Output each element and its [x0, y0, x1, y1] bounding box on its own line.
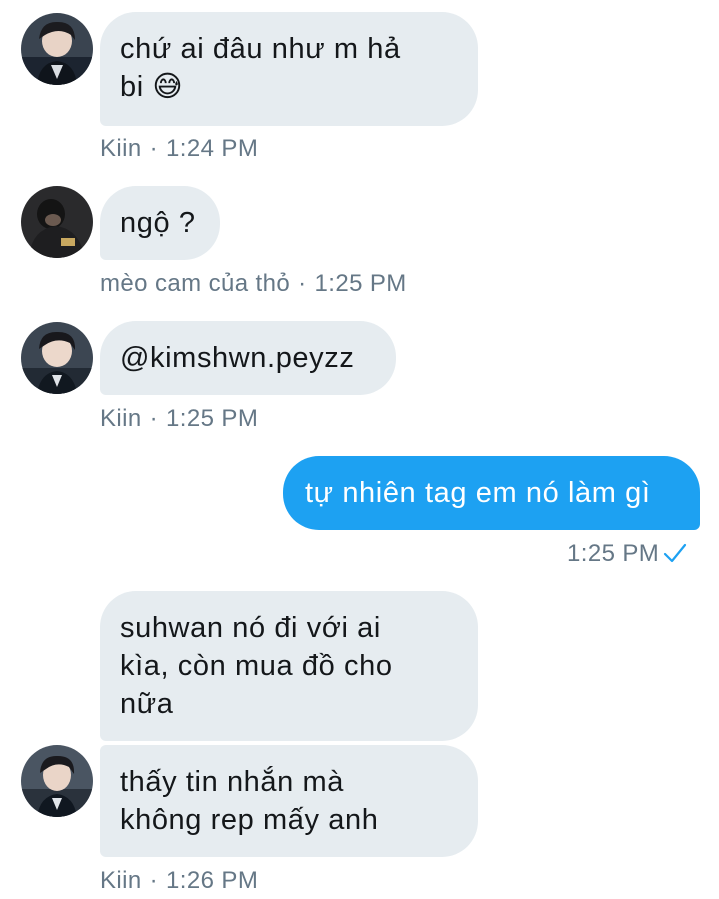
message-text-line: nữa	[120, 688, 174, 720]
message-time: 1:26 PM	[166, 867, 259, 894]
sender-name[interactable]: Kiin	[100, 405, 142, 432]
message-text-line: suhwan nó đi với ai	[120, 612, 381, 644]
message-meta: mèo cam của thỏ · 1:25 PM	[100, 269, 407, 299]
message-bubble-outgoing[interactable]: tự nhiên tag em nó làm gì	[283, 456, 700, 530]
message-text: ngộ ?	[120, 207, 196, 239]
check-icon	[664, 543, 687, 563]
meta-separator: ·	[298, 270, 307, 297]
message-text: @kimshwn.peyzz	[120, 342, 355, 374]
message-time: 1:25 PM	[567, 540, 660, 567]
message-bubble[interactable]: @kimshwn.peyzz	[100, 321, 396, 395]
meta-separator: ·	[149, 135, 159, 162]
message-bubble[interactable]: thấy tin nhắn mà không rep mấy anh	[100, 745, 478, 857]
meta-separator: ·	[149, 867, 159, 894]
message-meta: 1:25 PM	[567, 539, 687, 569]
message-time: 1:25 PM	[314, 270, 407, 297]
message-text-line: bi 😅	[120, 71, 184, 103]
message-text-line: thấy tin nhắn mà	[120, 766, 345, 798]
message-time: 1:25 PM	[166, 405, 259, 432]
message-text-line: chứ ai đâu như m hả	[120, 33, 401, 65]
message-meta: Kiin · 1:25 PM	[100, 404, 258, 434]
avatar[interactable]	[21, 13, 93, 85]
message-bubble[interactable]: suhwan nó đi với ai kìa, còn mua đồ cho …	[100, 591, 478, 741]
message-bubble[interactable]: chứ ai đâu như m hả bi 😅	[100, 12, 478, 126]
message-text-line: kìa, còn mua đồ cho	[120, 650, 393, 682]
message-time: 1:24 PM	[166, 135, 259, 162]
message-text-line: không rep mấy anh	[120, 804, 379, 836]
message-text: tự nhiên tag em nó làm gì	[305, 477, 651, 509]
message-meta: Kiin · 1:24 PM	[100, 134, 258, 164]
avatar[interactable]	[21, 186, 93, 258]
meta-separator: ·	[149, 405, 159, 432]
sender-name[interactable]: Kiin	[100, 135, 142, 162]
sender-name[interactable]: Kiin	[100, 867, 142, 894]
sender-name[interactable]: mèo cam của thỏ	[100, 270, 290, 297]
avatar[interactable]	[21, 322, 93, 394]
avatar[interactable]	[21, 745, 93, 817]
message-meta: Kiin · 1:26 PM	[100, 866, 258, 896]
message-bubble[interactable]: ngộ ?	[100, 186, 220, 260]
